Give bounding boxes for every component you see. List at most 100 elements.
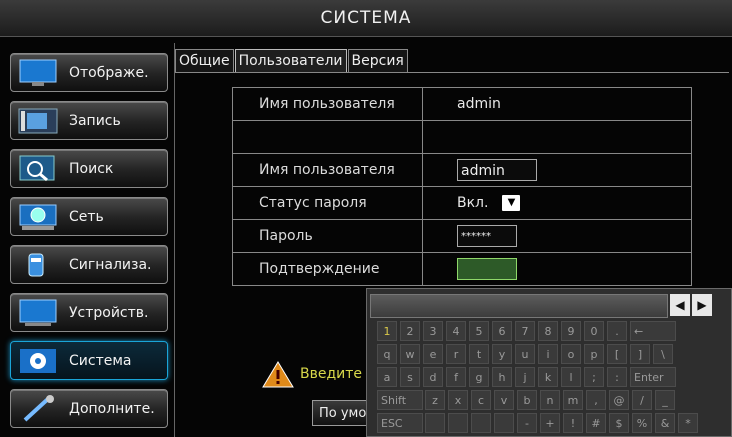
tab-general[interactable]: Общие (175, 49, 234, 72)
keyboard-key[interactable]: f (446, 367, 466, 387)
keyboard-key[interactable]: & (655, 413, 675, 433)
tab-users[interactable]: Пользователи (234, 49, 347, 72)
form-row: Пароль ****** (233, 220, 691, 253)
keyboard-key[interactable]: 7 (515, 321, 535, 341)
tab-divider (175, 72, 729, 73)
username-value[interactable]: admin (423, 88, 691, 120)
keyboard-key[interactable]: 2 (400, 321, 420, 341)
sidebar-item-label: Поиск (69, 160, 114, 177)
keyboard-key[interactable]: Enter (630, 367, 676, 387)
keyboard-key[interactable]: 0 (584, 321, 604, 341)
keyboard-key[interactable]: m (563, 390, 583, 410)
keyboard-key[interactable]: % (632, 413, 652, 433)
keyboard-key[interactable]: i (538, 344, 558, 364)
monitor-icon (17, 58, 59, 88)
keyboard-key[interactable]: t (469, 344, 489, 364)
sidebar-item-label: Сеть (69, 208, 104, 225)
keyboard-key[interactable]: 6 (492, 321, 512, 341)
keyboard-key[interactable]: $ (609, 413, 629, 433)
confirm-cell (423, 253, 691, 285)
keyboard-key[interactable]: ; (584, 367, 604, 387)
sidebar-item-label: Отображе. (69, 64, 149, 81)
keyboard-key[interactable]: a (377, 367, 397, 387)
keyboard-key[interactable]: r (446, 344, 466, 364)
keyboard-key[interactable]: l (561, 367, 581, 387)
keyboard-key[interactable]: 4 (446, 321, 466, 341)
tab-version[interactable]: Версия (347, 49, 408, 72)
keyboard-key[interactable] (448, 413, 468, 433)
sidebar-item-display[interactable]: Отображе. (10, 53, 168, 92)
sidebar-item-device[interactable]: Устройств. (10, 293, 168, 332)
sidebar-item-advanced[interactable]: Дополните. (10, 389, 168, 428)
keyboard-key[interactable]: j (515, 367, 535, 387)
keyboard-key[interactable]: 5 (469, 321, 489, 341)
empty-cell (423, 121, 691, 153)
keyboard-key[interactable]: p (584, 344, 604, 364)
password-cell: ****** (423, 220, 691, 252)
keyboard-key[interactable]: _ (655, 390, 675, 410)
sidebar-item-record[interactable]: Запись (10, 101, 168, 140)
keyboard-key[interactable]: * (678, 413, 698, 433)
keyboard-input[interactable] (370, 294, 668, 318)
keyboard-key[interactable]: / (632, 390, 652, 410)
keyboard-key[interactable]: : (607, 367, 627, 387)
keyboard-key[interactable] (494, 413, 514, 433)
keyboard-key[interactable]: @ (609, 390, 629, 410)
username-edit-label: Имя пользователя (233, 154, 423, 186)
keyboard-key[interactable]: g (469, 367, 489, 387)
sidebar-item-network[interactable]: Сеть (10, 197, 168, 236)
keyboard-key[interactable]: b (517, 390, 537, 410)
keyboard-key[interactable]: d (423, 367, 443, 387)
chevron-down-icon[interactable]: ▼ (502, 195, 521, 211)
keyboard-key[interactable]: s (400, 367, 420, 387)
keyboard-key[interactable]: ← (630, 321, 676, 341)
keyboard-key[interactable]: k (538, 367, 558, 387)
keyboard-key[interactable]: ESC (377, 413, 423, 433)
arrow-right-icon[interactable]: ▶ (692, 294, 712, 316)
keyboard-key[interactable]: c (471, 390, 491, 410)
keyboard-key[interactable]: n (540, 390, 560, 410)
keyboard-key[interactable]: [ (607, 344, 627, 364)
keyboard-key[interactable]: h (492, 367, 512, 387)
keyboard-key[interactable] (471, 413, 491, 433)
keyboard-key[interactable]: 1 (377, 321, 397, 341)
keyboard-key[interactable]: 8 (538, 321, 558, 341)
username-input[interactable]: admin (457, 159, 537, 181)
confirm-input[interactable] (457, 258, 517, 280)
password-status-select[interactable]: Вкл. ▼ (423, 187, 691, 219)
keyboard-key[interactable]: e (423, 344, 443, 364)
gear-icon (17, 346, 59, 376)
password-status-label: Статус пароля (233, 187, 423, 219)
keyboard-key[interactable]: , (586, 390, 606, 410)
empty-cell (233, 121, 423, 153)
keyboard-key[interactable]: 3 (423, 321, 443, 341)
keyboard-key[interactable]: z (425, 390, 445, 410)
keyboard-key[interactable]: ! (563, 413, 583, 433)
keyboard-key[interactable]: 9 (561, 321, 581, 341)
password-input[interactable]: ****** (457, 225, 517, 247)
keyboard-key[interactable]: w (400, 344, 420, 364)
keyboard-key[interactable]: # (586, 413, 606, 433)
keyboard-key[interactable]: o (561, 344, 581, 364)
keyboard-key[interactable]: - (517, 413, 537, 433)
keyboard-key[interactable]: ] (630, 344, 650, 364)
keyboard-key[interactable]: . (607, 321, 627, 341)
form-row: Имя пользователя admin (233, 88, 691, 121)
keyboard-key[interactable]: u (515, 344, 535, 364)
keyboard-key[interactable]: y (492, 344, 512, 364)
keyboard-key[interactable]: x (448, 390, 468, 410)
keyboard-key[interactable]: v (494, 390, 514, 410)
keyboard-key[interactable]: Shift (377, 390, 423, 410)
sidebar-item-search[interactable]: Поиск (10, 149, 168, 188)
keyboard-key[interactable]: q (377, 344, 397, 364)
sidebar-item-alarm[interactable]: Сигнализа. (10, 245, 168, 284)
alarm-icon (17, 250, 59, 280)
form-row: Имя пользователя admin (233, 154, 691, 187)
keyboard-key[interactable]: + (540, 413, 560, 433)
warning-message: Введите (262, 360, 362, 388)
keyboard-key[interactable] (425, 413, 445, 433)
arrow-left-icon[interactable]: ◀ (670, 294, 690, 316)
keyboard-key[interactable]: \ (653, 344, 673, 364)
sidebar-item-system[interactable]: Система (10, 341, 168, 380)
onscreen-keyboard: ◀ ▶ 1 2 3 4 5 6 7 8 9 0. ← q w e r t y u i o p[] \ a s d f g h j k l;:… (366, 288, 732, 437)
